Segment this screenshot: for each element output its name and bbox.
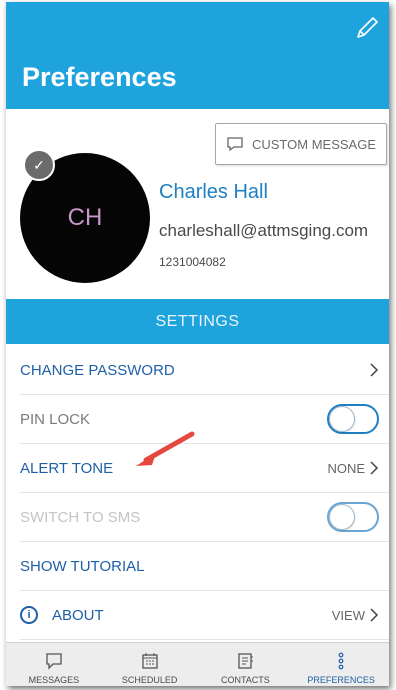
tab-messages[interactable]: MESSAGES [6,643,102,686]
tab-preferences-label: PREFERENCES [307,675,375,685]
info-icon: i [20,606,38,624]
about-label: ABOUT [52,606,104,624]
settings-title: SETTINGS [155,312,240,330]
avatar-initials: CH [67,204,103,231]
about-item[interactable]: i ABOUT VIEW [20,591,389,640]
tab-scheduled-label: SCHEDULED [121,675,178,685]
tab-scheduled[interactable]: SCHEDULED [102,643,198,686]
custom-message-button[interactable]: CUSTOM MESSAGE [215,123,387,165]
tab-preferences[interactable]: PREFERENCES [293,643,389,686]
switch-to-sms-toggle[interactable] [327,502,379,532]
contacts-icon [238,653,254,669]
alert-tone-value: NONE [327,460,365,476]
pin-lock-toggle[interactable] [327,404,379,434]
about-value: VIEW [331,607,365,623]
show-tutorial-item[interactable]: SHOW TUTORIAL [20,542,389,591]
message-icon [46,653,62,670]
toggle-knob [330,407,354,431]
profile-section: CUSTOM MESSAGE CH ✓ Charles Hall charles… [6,109,389,299]
chevron-right-icon [370,461,379,475]
annotation-arrow-icon [136,431,195,466]
page-title: Preferences [22,62,177,92]
message-icon [227,137,243,152]
header: Preferences [6,2,389,109]
switch-to-sms-label: SWITCH TO SMS [20,508,141,526]
change-password-label: CHANGE PASSWORD [20,361,175,379]
profile-phone: 1231004082 [159,255,226,269]
pencil-icon[interactable] [353,14,381,42]
profile-email: charleshall@attmsging.com [159,221,369,240]
tab-messages-label: MESSAGES [28,675,80,685]
more-vertical-icon [338,652,344,670]
chevron-right-icon [370,608,379,622]
tab-contacts[interactable]: CONTACTS [198,643,294,686]
change-password-item[interactable]: CHANGE PASSWORD [20,346,389,395]
settings-list: CHANGE PASSWORD PIN LOCK ALERT TONE NONE… [6,346,389,640]
alert-tone-label: ALERT TONE [20,459,114,477]
pin-lock-item: PIN LOCK [20,395,389,444]
check-icon: ✓ [23,149,55,181]
show-tutorial-label: SHOW TUTORIAL [20,557,145,575]
calendar-icon [141,653,158,669]
profile-name: Charles Hall [159,181,268,203]
settings-header: SETTINGS [6,299,389,344]
toggle-knob [330,505,354,529]
switch-to-sms-item: SWITCH TO SMS [20,493,389,542]
pin-lock-label: PIN LOCK [20,410,91,428]
tab-bar: MESSAGES SCHEDULED CONTACTS PREFERENCES [6,642,389,686]
alert-tone-item[interactable]: ALERT TONE NONE [20,444,389,493]
app-frame: Preferences CUSTOM MESSAGE CH ✓ Charles … [6,2,389,686]
chevron-right-icon [370,363,379,377]
custom-message-label: CUSTOM MESSAGE [251,136,376,152]
tab-contacts-label: CONTACTS [220,675,270,685]
